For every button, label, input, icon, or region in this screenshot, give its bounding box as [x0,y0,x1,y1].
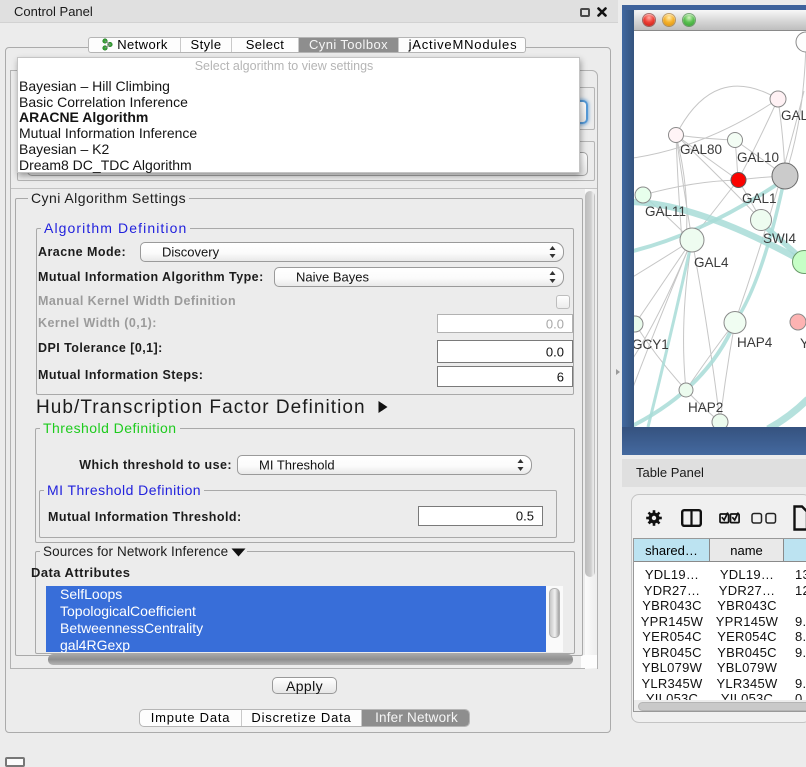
svg-text:HAP4: HAP4 [737,335,773,350]
svg-text:HAP2: HAP2 [688,400,723,415]
svg-text:YJ: YJ [800,336,806,351]
svg-text:GAL10: GAL10 [737,150,779,165]
svg-text:GAL1: GAL1 [742,191,777,206]
svg-text:GAL4: GAL4 [694,255,729,270]
svg-text:GCY1: GCY1 [634,337,669,352]
svg-text:GAL7: GAL7 [781,108,806,123]
svg-text:GAL11: GAL11 [645,204,686,219]
svg-text:SWI4: SWI4 [763,231,796,246]
svg-text:GAL80: GAL80 [680,142,722,157]
